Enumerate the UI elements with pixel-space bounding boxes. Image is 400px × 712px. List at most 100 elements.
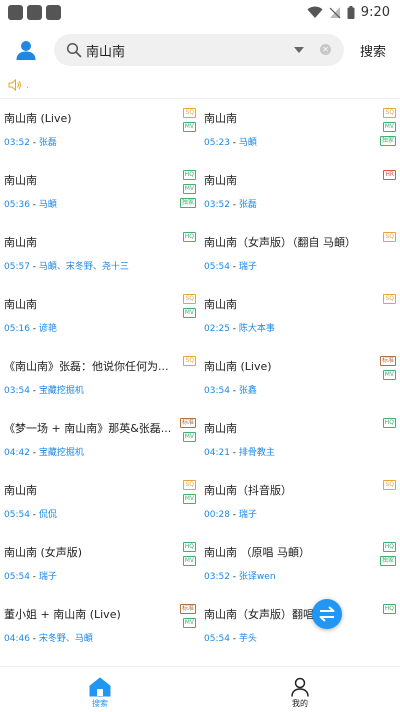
song-meta: 05:54 - 瑞子 [4, 569, 57, 582]
song-item[interactable]: 南山南 02:25 - 陈大本事 SQ [200, 286, 400, 348]
song-duration: 03:52 [204, 572, 230, 582]
meta-separator: - [29, 448, 39, 458]
song-title: 南山南 [204, 174, 237, 187]
song-item[interactable]: 南山南 (Live) 03:52 - 张磊 SQ MV [0, 100, 200, 162]
song-meta: 03:54 - 张鑫 [204, 383, 257, 396]
nav-tab-search[interactable]: 搜索 [70, 677, 130, 709]
song-artist[interactable]: 马頔 [39, 200, 57, 210]
clear-icon[interactable]: ✕ [320, 44, 331, 55]
song-item[interactable]: 南山南 （原唱 马頔） 03:52 - 张译wen HQ 独家 [200, 534, 400, 596]
song-item[interactable]: 南山南 (Live) 03:54 - 张鑫 标准 MV [200, 348, 400, 410]
search-button[interactable]: 搜索 [360, 41, 386, 60]
song-tags: SQ [383, 232, 396, 242]
song-item[interactable]: 《梦一场 + 南山南》那英&张磊... 04:42 - 宝藏挖掘机 标准 MV [0, 410, 200, 472]
notification-icon [8, 4, 23, 20]
song-meta: 03:52 - 张磊 [204, 197, 257, 210]
song-artist[interactable]: 排骨教主 [239, 448, 275, 458]
search-bar[interactable]: 南山南 ✕ [54, 34, 344, 66]
song-tags: 标准 MV [179, 418, 196, 442]
song-item[interactable]: 南山南 03:52 - 张磊 HR [200, 162, 400, 224]
dropdown-arrow-icon[interactable] [294, 47, 304, 53]
song-artist[interactable]: 瑞子 [239, 510, 257, 520]
status-time: 9:20 [360, 4, 390, 20]
song-title: 董小姐 + 南山南 (Live) [4, 608, 121, 621]
song-item[interactable]: 南山南（抖音版） 00:28 - 瑞子 SQ [200, 472, 400, 534]
song-title: 南山南 [204, 298, 237, 311]
song-title: 南山南（抖音版） [204, 484, 292, 497]
song-artist[interactable]: 宝藏挖掘机 [39, 448, 84, 458]
quality-badge: 标准 [179, 418, 196, 428]
meta-separator: - [29, 572, 39, 582]
quality-badge: HQ [382, 604, 396, 614]
quality-badge: 标准 [379, 356, 396, 366]
song-artist[interactable]: 瑞子 [239, 262, 257, 272]
song-item[interactable]: 董小姐 + 南山南 (Live) 04:46 - 宋冬野、马頔 标准 MV [0, 596, 200, 658]
battery-icon [347, 5, 355, 19]
song-meta: 05:54 - 侃侃 [4, 507, 57, 520]
song-meta: 05:54 - 瑞子 [204, 259, 257, 272]
song-artist[interactable]: 谚艳 [39, 324, 57, 334]
song-item[interactable]: 南山南 04:21 - 排骨教主 HQ [200, 410, 400, 472]
song-item[interactable]: 南山南 05:54 - 侃侃 SQ MV [0, 472, 200, 534]
song-artist[interactable]: 宋冬野、马頔 [39, 634, 93, 644]
quality-badge: HQ [182, 170, 196, 180]
song-title: 南山南 [4, 236, 37, 249]
song-artist[interactable]: 侃侃 [39, 510, 57, 520]
song-duration: 05:54 [204, 634, 230, 644]
song-item[interactable]: 南山南 05:57 - 马頔、宋冬野、尧十三 HQ [0, 224, 200, 286]
quality-badge: HQ [382, 418, 396, 428]
song-duration: 05:16 [4, 324, 30, 334]
song-artist[interactable]: 张译wen [239, 572, 276, 582]
quality-badge: HQ [182, 542, 196, 552]
song-item[interactable]: 南山南（女声版）（翻自 马頔） 05:54 - 瑞子 SQ [200, 224, 400, 286]
quality-badge: MV [182, 432, 196, 442]
meta-separator: - [229, 200, 239, 210]
user-avatar-icon[interactable] [14, 38, 38, 62]
song-duration: 02:25 [204, 324, 230, 334]
quality-badge: 独家 [379, 136, 396, 146]
song-duration: 05:54 [4, 510, 30, 520]
swap-arrows-icon [319, 606, 335, 622]
quality-badge: 独家 [379, 556, 396, 566]
song-item[interactable]: 南山南 05:36 - 马頔 HQ MV 独家 [0, 162, 200, 224]
song-duration: 03:54 [204, 386, 230, 396]
announcement-bar: . [8, 76, 29, 94]
divider [0, 98, 400, 99]
song-artist[interactable]: 马頔 [239, 138, 257, 148]
quality-badge: HQ [182, 232, 196, 242]
song-meta: 03:52 - 张磊 [4, 135, 57, 148]
song-artist[interactable]: 瑞子 [39, 572, 57, 582]
song-item[interactable]: 南山南 05:23 - 马頔 SQ MV 独家 [200, 100, 400, 162]
status-bar: 9:20 [0, 0, 400, 24]
song-artist[interactable]: 张磊 [239, 200, 257, 210]
song-meta: 04:42 - 宝藏挖掘机 [4, 445, 84, 458]
song-item[interactable]: 《南山南》张磊：他说你任何为... 03:54 - 宝藏挖掘机 SQ [0, 348, 200, 410]
quality-badge: SQ [383, 480, 396, 490]
nav-tab-mine[interactable]: 我的 [270, 677, 330, 709]
song-artist[interactable]: 张磊 [39, 138, 57, 148]
notification-icon [46, 4, 61, 20]
song-artist[interactable]: 芋头 [239, 634, 257, 644]
song-item[interactable]: 南山南（女声版）翻唱 05:54 - 芋头 HQ [200, 596, 400, 658]
song-artist[interactable]: 马頔、宋冬野、尧十三 [39, 262, 129, 272]
quality-badge: HR [383, 170, 396, 180]
song-item[interactable]: 南山南 05:16 - 谚艳 SQ MV [0, 286, 200, 348]
meta-separator: - [29, 138, 39, 148]
song-item[interactable]: 南山南 (女声版) 05:54 - 瑞子 HQ MV [0, 534, 200, 596]
song-artist[interactable]: 张鑫 [239, 386, 257, 396]
meta-separator: - [229, 324, 239, 334]
song-title: 南山南 (Live) [4, 112, 72, 125]
search-input[interactable]: 南山南 [86, 41, 125, 60]
quality-badge: MV [382, 122, 396, 132]
meta-separator: - [229, 634, 239, 644]
song-duration: 04:21 [204, 448, 230, 458]
meta-separator: - [229, 572, 239, 582]
song-artist[interactable]: 陈大本事 [239, 324, 275, 334]
song-duration: 03:52 [204, 200, 230, 210]
song-meta: 05:16 - 谚艳 [4, 321, 57, 334]
quality-badge: MV [182, 184, 196, 194]
song-duration: 04:46 [4, 634, 30, 644]
meta-separator: - [229, 448, 239, 458]
song-artist[interactable]: 宝藏挖掘机 [39, 386, 84, 396]
switch-button[interactable] [312, 599, 342, 629]
